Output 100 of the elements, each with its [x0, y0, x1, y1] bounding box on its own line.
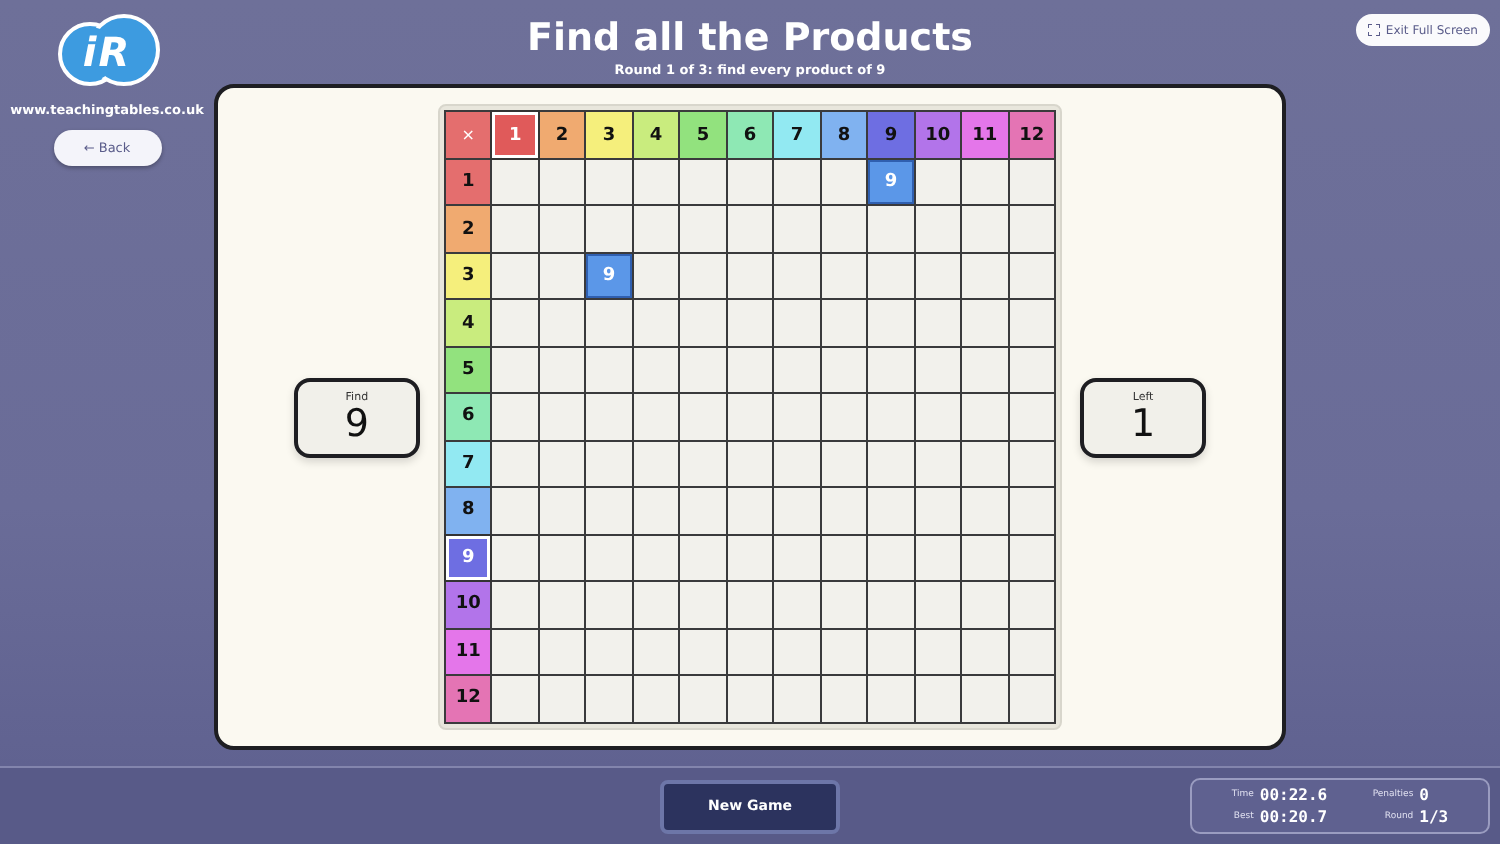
grid-cell[interactable]: [962, 206, 1008, 252]
grid-cell[interactable]: [727, 441, 773, 487]
grid-cell[interactable]: [962, 300, 1008, 346]
grid-cell[interactable]: [1009, 394, 1055, 440]
grid-cell[interactable]: [680, 253, 726, 299]
grid-cell[interactable]: [962, 535, 1008, 581]
grid-cell[interactable]: [774, 488, 820, 534]
grid-cell[interactable]: [821, 206, 867, 252]
grid-cell[interactable]: [492, 394, 538, 440]
grid-cell[interactable]: [821, 159, 867, 205]
grid-cell[interactable]: [868, 206, 914, 252]
grid-cell[interactable]: [868, 300, 914, 346]
grid-cell[interactable]: [821, 394, 867, 440]
grid-cell[interactable]: [586, 347, 632, 393]
grid-cell[interactable]: [868, 347, 914, 393]
grid-cell[interactable]: [633, 488, 679, 534]
grid-cell[interactable]: [539, 347, 585, 393]
grid-cell[interactable]: [633, 676, 679, 722]
grid-cell[interactable]: [868, 582, 914, 628]
grid-cell[interactable]: [727, 159, 773, 205]
grid-cell[interactable]: [774, 300, 820, 346]
grid-cell[interactable]: [727, 535, 773, 581]
grid-cell[interactable]: [680, 159, 726, 205]
grid-cell[interactable]: [492, 441, 538, 487]
grid-cell[interactable]: [774, 441, 820, 487]
grid-cell[interactable]: [962, 347, 1008, 393]
grid-cell[interactable]: [915, 159, 961, 205]
grid-cell[interactable]: [680, 206, 726, 252]
grid-cell[interactable]: [915, 206, 961, 252]
grid-cell[interactable]: [868, 535, 914, 581]
grid-cell[interactable]: [774, 394, 820, 440]
grid-cell[interactable]: [915, 347, 961, 393]
grid-cell[interactable]: [727, 206, 773, 252]
grid-cell[interactable]: [586, 582, 632, 628]
grid-cell[interactable]: [727, 253, 773, 299]
grid-cell[interactable]: [492, 535, 538, 581]
grid-cell[interactable]: [680, 441, 726, 487]
grid-cell[interactable]: [492, 629, 538, 675]
grid-cell[interactable]: [492, 300, 538, 346]
grid-cell[interactable]: [586, 441, 632, 487]
grid-cell[interactable]: [633, 159, 679, 205]
grid-cell[interactable]: [633, 441, 679, 487]
grid-cell[interactable]: [586, 206, 632, 252]
grid-cell[interactable]: [962, 441, 1008, 487]
grid-cell[interactable]: [492, 676, 538, 722]
grid-cell[interactable]: [680, 394, 726, 440]
found-cell[interactable]: 9: [586, 253, 632, 299]
grid-cell[interactable]: [1009, 300, 1055, 346]
grid-cell[interactable]: [539, 253, 585, 299]
grid-cell[interactable]: [539, 676, 585, 722]
grid-cell[interactable]: [774, 159, 820, 205]
grid-cell[interactable]: [821, 535, 867, 581]
grid-cell[interactable]: [539, 582, 585, 628]
grid-cell[interactable]: [680, 488, 726, 534]
grid-cell[interactable]: [727, 488, 773, 534]
grid-cell[interactable]: [1009, 629, 1055, 675]
grid-cell[interactable]: [586, 488, 632, 534]
grid-cell[interactable]: [633, 300, 679, 346]
grid-cell[interactable]: [915, 441, 961, 487]
grid-cell[interactable]: [915, 629, 961, 675]
grid-cell[interactable]: [727, 582, 773, 628]
grid-cell[interactable]: [586, 394, 632, 440]
grid-cell[interactable]: [539, 535, 585, 581]
grid-cell[interactable]: [774, 206, 820, 252]
grid-cell[interactable]: [539, 394, 585, 440]
grid-cell[interactable]: [821, 253, 867, 299]
grid-cell[interactable]: [492, 347, 538, 393]
grid-cell[interactable]: [680, 300, 726, 346]
grid-cell[interactable]: [774, 676, 820, 722]
grid-cell[interactable]: [821, 347, 867, 393]
grid-cell[interactable]: [774, 629, 820, 675]
grid-cell[interactable]: [633, 206, 679, 252]
grid-cell[interactable]: [633, 394, 679, 440]
grid-cell[interactable]: [774, 535, 820, 581]
grid-cell[interactable]: [680, 582, 726, 628]
grid-cell[interactable]: [868, 676, 914, 722]
grid-cell[interactable]: [915, 253, 961, 299]
grid-cell[interactable]: [727, 300, 773, 346]
grid-cell[interactable]: [774, 347, 820, 393]
grid-cell[interactable]: [680, 629, 726, 675]
grid-cell[interactable]: [727, 629, 773, 675]
grid-cell[interactable]: [1009, 676, 1055, 722]
grid-cell[interactable]: [868, 629, 914, 675]
grid-cell[interactable]: [727, 676, 773, 722]
grid-cell[interactable]: [586, 676, 632, 722]
grid-cell[interactable]: [915, 582, 961, 628]
grid-cell[interactable]: [492, 206, 538, 252]
grid-cell[interactable]: [539, 441, 585, 487]
grid-cell[interactable]: [1009, 535, 1055, 581]
grid-cell[interactable]: [1009, 159, 1055, 205]
grid-cell[interactable]: [633, 535, 679, 581]
grid-cell[interactable]: [539, 206, 585, 252]
grid-cell[interactable]: [1009, 441, 1055, 487]
grid-cell[interactable]: [680, 676, 726, 722]
grid-cell[interactable]: [1009, 582, 1055, 628]
grid-cell[interactable]: [962, 394, 1008, 440]
grid-cell[interactable]: [821, 676, 867, 722]
grid-cell[interactable]: [727, 347, 773, 393]
grid-cell[interactable]: [821, 488, 867, 534]
grid-cell[interactable]: [633, 629, 679, 675]
